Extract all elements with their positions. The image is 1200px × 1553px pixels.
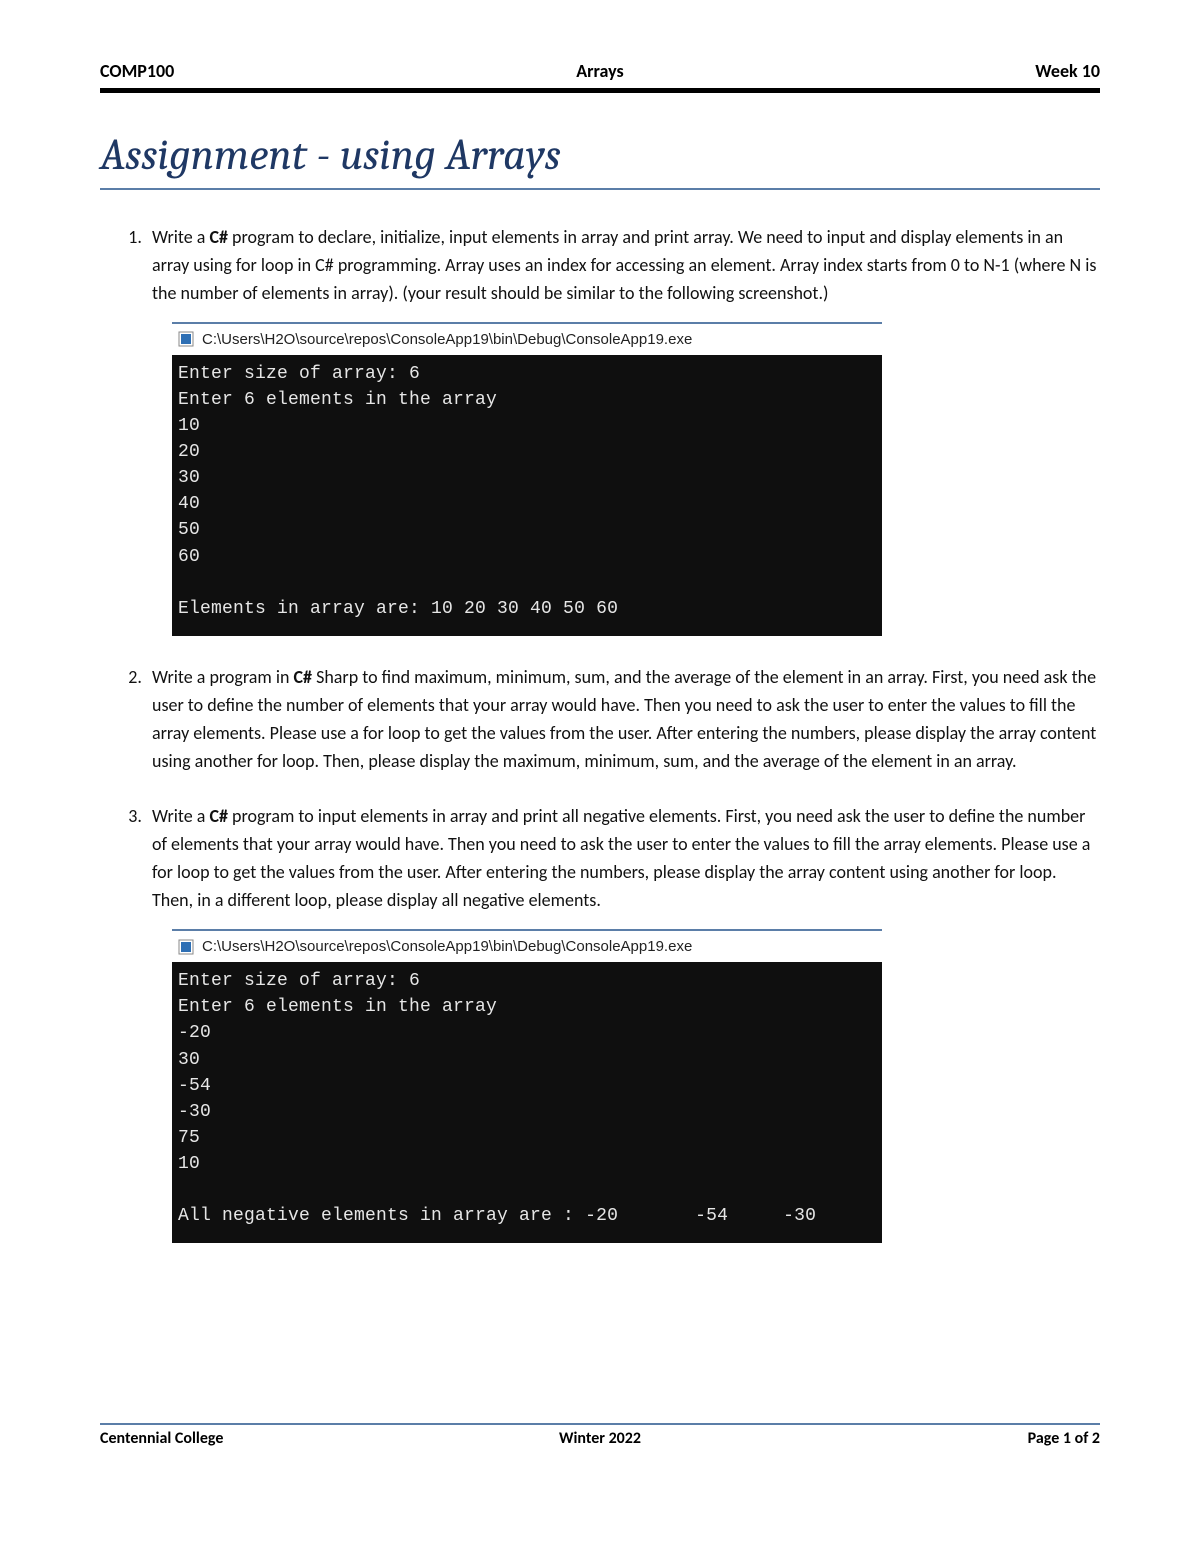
console-titlebar: C:\Users\H2O\source\repos\ConsoleApp19\b… [172, 931, 882, 962]
console-output: Enter size of array: 6 Enter 6 elements … [172, 355, 882, 636]
page-footer: Centennial College Winter 2022 Page 1 of… [100, 1423, 1100, 1448]
item-text-pre: Write a [152, 226, 209, 248]
item-text-bold: C# [209, 805, 228, 827]
console-path: C:\Users\H2O\source\repos\ConsoleApp19\b… [202, 935, 692, 958]
footer-right: Page 1 of 2 [767, 1429, 1100, 1448]
console-window: C:\Users\H2O\source\repos\ConsoleApp19\b… [172, 322, 882, 636]
page-title: Assignment - using Arrays [100, 129, 1100, 190]
footer-center: Winter 2022 [433, 1429, 766, 1448]
page-header: COMP100 Arrays Week 10 [100, 60, 1100, 93]
footer-page-of: of [1071, 1429, 1092, 1448]
header-left: COMP100 [100, 60, 433, 82]
list-item: Write a C# program to declare, initializ… [146, 224, 1100, 636]
list-item: Write a C# program to input elements in … [146, 803, 1100, 1243]
console-app-icon [178, 939, 194, 955]
footer-page-prefix: Page [1028, 1429, 1063, 1448]
footer-page-total: 2 [1092, 1429, 1100, 1448]
item-text-pre: Write a program in [152, 666, 294, 688]
header-center: Arrays [433, 60, 766, 82]
console-titlebar: C:\Users\H2O\source\repos\ConsoleApp19\b… [172, 324, 882, 355]
item-text-pre: Write a [152, 805, 209, 827]
assignment-list: Write a C# program to declare, initializ… [100, 224, 1100, 1243]
console-app-icon [178, 331, 194, 347]
item-text-bold: C# [209, 226, 228, 248]
item-text-bold: C# [294, 666, 313, 688]
header-right: Week 10 [767, 60, 1100, 82]
console-output: Enter size of array: 6 Enter 6 elements … [172, 962, 882, 1243]
footer-left: Centennial College [100, 1429, 433, 1448]
item-text-mid: program to declare, initialize, input el… [152, 226, 1096, 304]
item-text-mid: program to input elements in array and p… [152, 805, 1090, 911]
console-path: C:\Users\H2O\source\repos\ConsoleApp19\b… [202, 328, 692, 351]
list-item: Write a program in C# Sharp to find maxi… [146, 664, 1100, 776]
footer-page-current: 1 [1063, 1429, 1071, 1448]
console-window: C:\Users\H2O\source\repos\ConsoleApp19\b… [172, 929, 882, 1243]
